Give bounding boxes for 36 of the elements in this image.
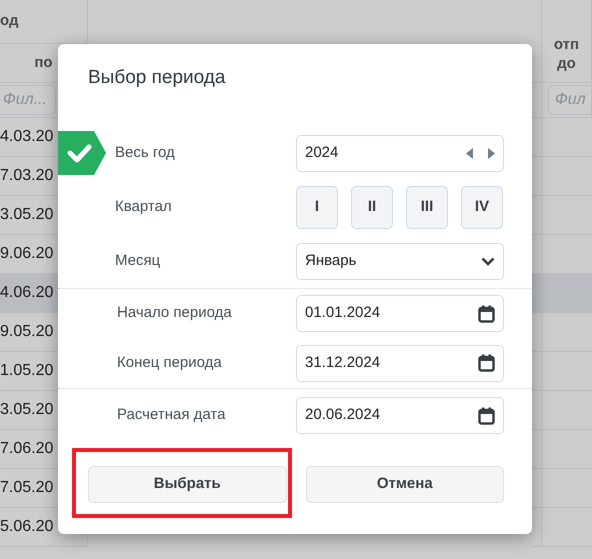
table-cell[interactable] — [532, 157, 592, 196]
field-label: Месяц — [115, 250, 162, 271]
date-field[interactable]: 31.12.2024 — [296, 344, 504, 382]
date-field[interactable]: 20.06.2024 — [296, 397, 504, 434]
quarter-button[interactable]: II — [351, 186, 393, 228]
field-label: Расчетная дата — [116, 405, 226, 426]
quarter-button[interactable]: III — [406, 186, 448, 228]
table-cell[interactable] — [532, 313, 592, 352]
field-label: Начало периода — [116, 303, 233, 324]
cancel-button[interactable]: Отмена — [306, 466, 504, 503]
month-select[interactable]: Январь — [296, 242, 504, 280]
chevron-down-icon — [481, 256, 495, 266]
table-cell[interactable] — [532, 508, 592, 547]
table-cell[interactable] — [532, 118, 592, 157]
quarter-button[interactable]: IV — [461, 186, 503, 228]
date-field[interactable]: 01.01.2024 — [296, 295, 504, 332]
year-spinner[interactable]: 2024 — [296, 134, 504, 172]
table-cell[interactable] — [532, 235, 592, 274]
column-header: отп до — [542, 0, 592, 83]
next-arrow-icon[interactable] — [488, 148, 495, 158]
table-cell[interactable] — [532, 430, 592, 469]
table-cell[interactable] — [532, 469, 592, 508]
field-label: Весь год — [115, 142, 176, 163]
select-button[interactable]: Выбрать — [88, 466, 286, 503]
calendar-icon — [478, 304, 495, 322]
table-cell[interactable] — [532, 274, 592, 313]
field-label: Квартал — [115, 196, 173, 217]
previous-arrow-icon[interactable] — [466, 148, 473, 158]
table-cell[interactable] — [532, 391, 592, 430]
field-label: Конец периода — [116, 352, 223, 373]
table-cell[interactable] — [532, 352, 592, 391]
quarter-button[interactable]: I — [296, 186, 338, 228]
dialog-title: Выбор периода — [88, 67, 226, 88]
calendar-icon — [478, 354, 495, 372]
calendar-icon — [478, 406, 495, 424]
table-cell[interactable] — [532, 196, 592, 235]
